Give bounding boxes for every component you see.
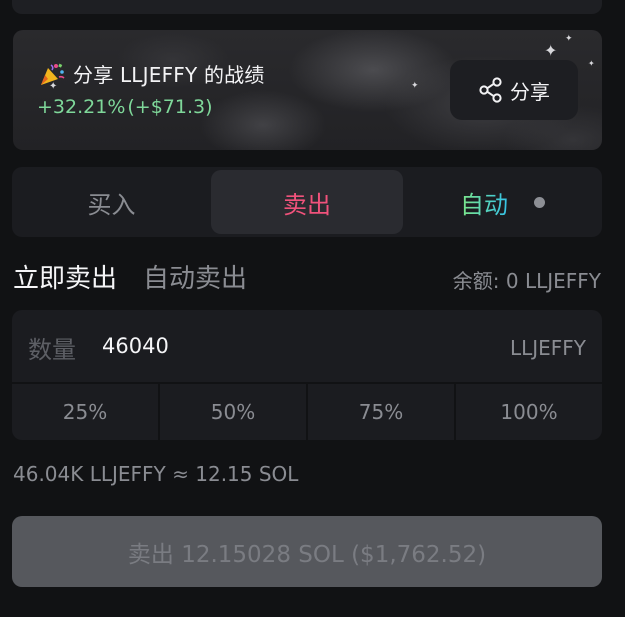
share-button[interactable]: 分享 bbox=[450, 60, 578, 120]
amount-row: 数量 LLJEFFY bbox=[12, 310, 602, 382]
sparkle-icon: ✦ bbox=[565, 34, 573, 44]
banner-title-row: 分享 LLJEFFY 的战绩 bbox=[39, 59, 265, 88]
share-pnl-banner: ✦ ✦ ✦ ✦ ✦ 分享 LLJEFFY 的战绩 +32.21% (+$71.3… bbox=[13, 30, 602, 150]
sparkle-icon: ✦ bbox=[544, 41, 558, 60]
subtab-auto-sell[interactable]: 自动卖出 bbox=[143, 258, 247, 295]
sell-mode-subtabs: 立即卖出 自动卖出 bbox=[13, 258, 247, 295]
pnl-summary: +32.21% (+$71.3) bbox=[37, 96, 213, 118]
percent-50-button[interactable]: 50% bbox=[158, 384, 306, 440]
previous-card-edge bbox=[12, 0, 602, 14]
amount-unit: LLJEFFY bbox=[509, 336, 586, 360]
tab-sell-label: 卖出 bbox=[283, 190, 331, 219]
amount-label: 数量 bbox=[28, 336, 76, 364]
tab-auto[interactable]: 自动 bbox=[406, 170, 599, 234]
percent-buttons: 25% 50% 75% 100% bbox=[12, 382, 602, 440]
party-popper-icon bbox=[41, 63, 65, 85]
balance-text: 余额: 0 LLJEFFY bbox=[452, 269, 601, 293]
tab-buy[interactable]: 买入 bbox=[15, 170, 208, 234]
sparkle-icon: ✦ bbox=[588, 59, 595, 68]
percent-25-button[interactable]: 25% bbox=[12, 384, 158, 440]
share-button-label: 分享 bbox=[510, 79, 550, 104]
conversion-estimate: 46.04K LLJEFFY ≈ 12.15 SOL bbox=[13, 462, 299, 486]
tab-buy-label: 买入 bbox=[87, 190, 136, 219]
sell-submit-label: 卖出 12.15028 SOL ($1,762.52) bbox=[127, 541, 487, 568]
banner-title: 分享 LLJEFFY 的战绩 bbox=[73, 63, 265, 87]
share-nodes-icon bbox=[479, 77, 502, 103]
pnl-value: (+$71.3) bbox=[127, 96, 213, 118]
subtab-instant-sell[interactable]: 立即卖出 bbox=[13, 258, 117, 295]
amount-input[interactable] bbox=[102, 326, 482, 366]
percent-100-button[interactable]: 100% bbox=[454, 384, 602, 440]
pnl-percent: +32.21% bbox=[37, 96, 126, 118]
status-dot-icon bbox=[534, 196, 545, 208]
sell-submit-button[interactable]: 卖出 12.15028 SOL ($1,762.52) bbox=[12, 516, 602, 587]
trade-mode-tabs: 买入 卖出 自动 bbox=[12, 167, 602, 237]
sparkle-icon: ✦ bbox=[411, 81, 419, 91]
percent-75-button[interactable]: 75% bbox=[306, 384, 454, 440]
amount-panel: 数量 LLJEFFY 25% 50% 75% 100% bbox=[12, 310, 602, 440]
tab-auto-label: 自动 bbox=[460, 185, 508, 220]
tab-sell[interactable]: 卖出 bbox=[211, 170, 403, 234]
